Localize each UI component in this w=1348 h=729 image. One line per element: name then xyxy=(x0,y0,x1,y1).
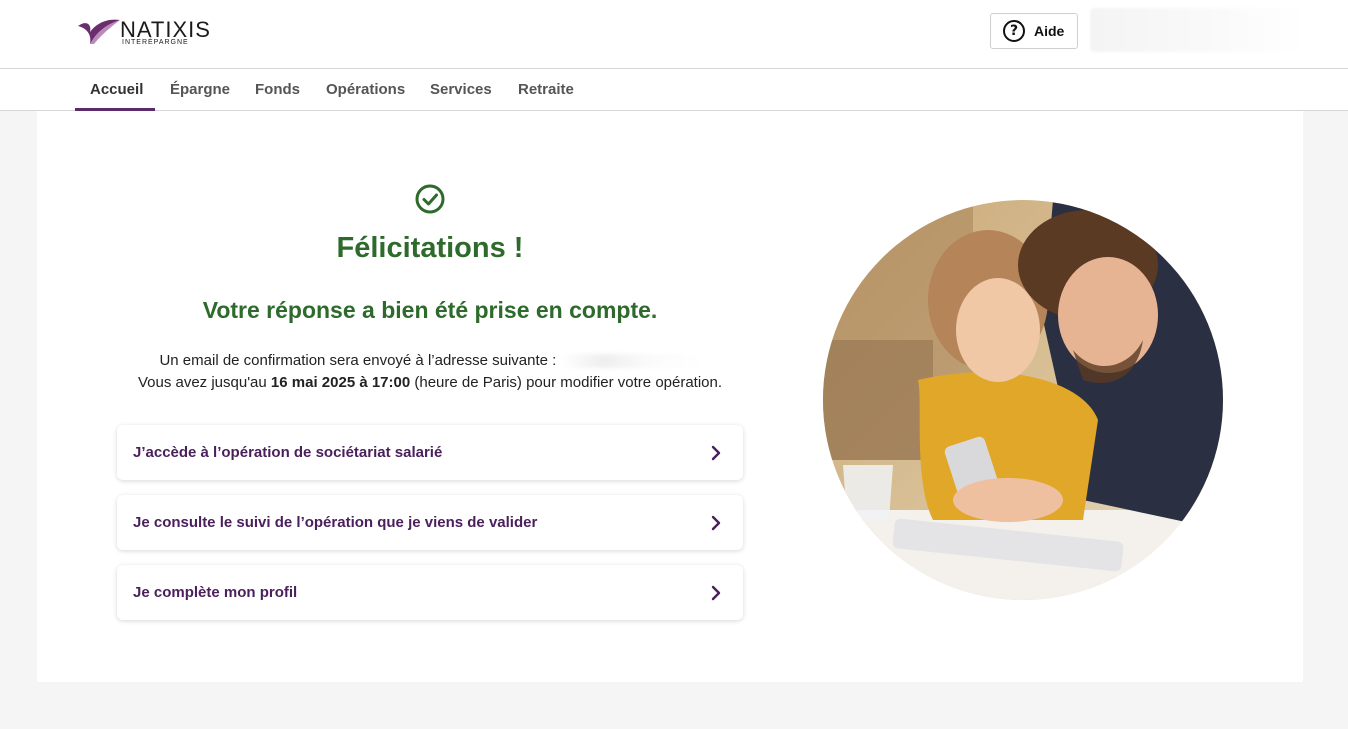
chevron-right-icon xyxy=(711,445,721,461)
action-label: Je complète mon profil xyxy=(133,584,298,601)
deadline-suffix: (heure de Paris) pour modifier votre opé… xyxy=(414,374,723,391)
action-label: Je consulte le suivi de l’opération que … xyxy=(133,514,538,531)
email-address-redacted xyxy=(560,354,701,369)
logo-swoosh-icon xyxy=(78,19,120,44)
nav-item-accueil[interactable]: Accueil xyxy=(75,69,155,111)
user-account-area[interactable] xyxy=(1090,8,1304,52)
deadline-text: Vous avez jusqu'au 16 mai 2025 à 17:00 (… xyxy=(117,374,743,391)
chevron-right-icon xyxy=(711,515,721,531)
action-societariat-link[interactable]: J’accède à l’opération de sociétariat sa… xyxy=(117,425,743,480)
nav-item-epargne[interactable]: Épargne xyxy=(170,69,230,110)
success-title: Félicitations ! xyxy=(336,232,524,264)
success-subtitle: Votre réponse a bien été prise en compte… xyxy=(202,297,658,323)
logo-subtitle: INTERÉPARGNE xyxy=(122,39,189,46)
top-header: NATIXIS INTERÉPARGNE ? Aide xyxy=(0,0,1348,69)
main-nav: Accueil Épargne Fonds Opérations Service… xyxy=(0,69,1348,111)
help-button[interactable]: ? Aide xyxy=(990,13,1078,49)
email-confirmation-text: Un email de confirmation sera envoyé à l… xyxy=(117,352,743,369)
nav-item-operations[interactable]: Opérations xyxy=(326,69,405,110)
help-button-label: Aide xyxy=(1034,23,1065,39)
natixis-logo[interactable]: NATIXIS INTERÉPARGNE xyxy=(76,14,226,50)
nav-item-fonds[interactable]: Fonds xyxy=(255,69,300,110)
email-text: Un email de confirmation sera envoyé à l… xyxy=(159,352,557,369)
nav-item-services[interactable]: Services xyxy=(430,69,492,110)
nav-item-retraite[interactable]: Retraite xyxy=(518,69,574,110)
question-circle-icon: ? xyxy=(1003,20,1025,42)
action-profil-link[interactable]: Je complète mon profil xyxy=(117,565,743,620)
chevron-right-icon xyxy=(711,585,721,601)
action-suivi-link[interactable]: Je consulte le suivi de l’opération que … xyxy=(117,495,743,550)
deadline-prefix: Vous avez jusqu'au xyxy=(137,374,267,391)
couple-illustration xyxy=(823,200,1223,600)
action-label: J’accède à l’opération de sociétariat sa… xyxy=(133,444,443,461)
couple-photo xyxy=(823,200,1223,600)
deadline-date: 16 mai 2025 à 17:00 xyxy=(270,374,411,391)
check-circle-icon xyxy=(415,184,445,214)
